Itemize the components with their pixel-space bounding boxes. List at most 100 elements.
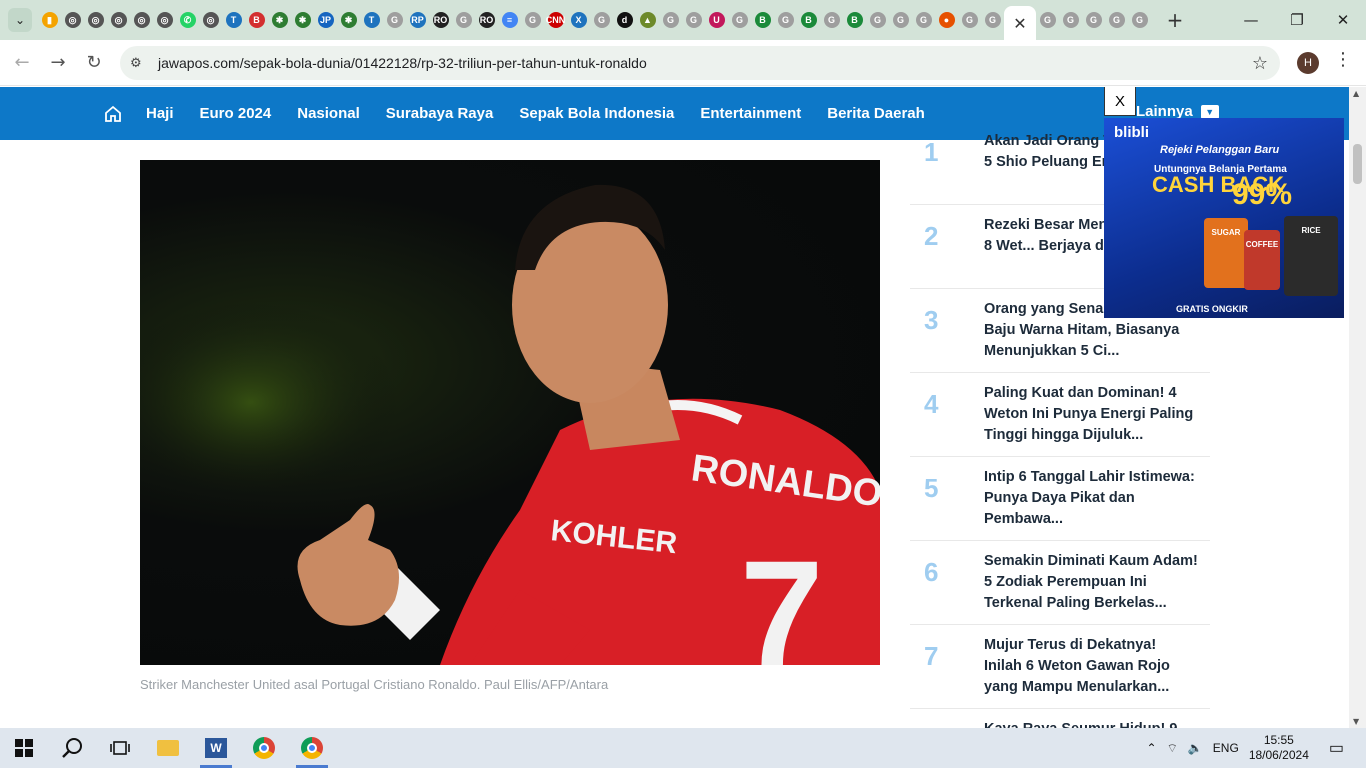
trending-title[interactable]: Mujur Terus di Dekatnya! Inilah 6 Weton …: [984, 635, 1198, 698]
browser-tab[interactable]: d: [613, 0, 636, 40]
browser-tab[interactable]: ◎: [107, 0, 130, 40]
browser-tab[interactable]: G: [590, 0, 613, 40]
browser-tab[interactable]: CNN: [544, 0, 567, 40]
browser-tab[interactable]: ✱: [291, 0, 314, 40]
browser-tab[interactable]: G: [889, 0, 912, 40]
browser-tab[interactable]: G: [958, 0, 981, 40]
notification-icon[interactable]: ▭: [1329, 738, 1344, 758]
browser-tab[interactable]: ▲: [636, 0, 659, 40]
browser-tab[interactable]: RO: [475, 0, 498, 40]
nav-item[interactable]: Nasional: [297, 105, 360, 122]
trending-item[interactable]: 7 Mujur Terus di Dekatnya! Inilah 6 Weton…: [910, 625, 1210, 709]
browser-tab[interactable]: ◎: [84, 0, 107, 40]
browser-tab[interactable]: T: [360, 0, 383, 40]
task-view-button[interactable]: [96, 728, 144, 768]
back-button[interactable]: ←: [4, 45, 40, 81]
browser-tab[interactable]: ✆: [176, 0, 199, 40]
browser-tab[interactable]: G: [521, 0, 544, 40]
browser-tab[interactable]: ◎: [153, 0, 176, 40]
network-icon[interactable]: ⌔: [1167, 741, 1178, 756]
trending-item[interactable]: 4 Paling Kuat dan Dominan! 4 Weton Ini Pu…: [910, 373, 1210, 457]
browser-tab[interactable]: U: [705, 0, 728, 40]
browser-tab[interactable]: G: [1059, 0, 1082, 40]
browser-tab[interactable]: ✱: [337, 0, 360, 40]
trending-item[interactable]: 5 Intip 6 Tanggal Lahir Istimewa: Punya D…: [910, 457, 1210, 541]
browser-tab[interactable]: RO: [429, 0, 452, 40]
chevron-up-icon[interactable]: ⌃: [1147, 741, 1157, 755]
new-tab-button[interactable]: +: [1163, 8, 1187, 32]
advertisement-banner[interactable]: blibli Rejeki Pelanggan Baru Untungnya B…: [1104, 118, 1344, 318]
forward-button[interactable]: →: [40, 45, 76, 81]
browser-tab[interactable]: G: [1036, 0, 1059, 40]
browser-tab[interactable]: JP: [314, 0, 337, 40]
trending-title[interactable]: Intip 6 Tanggal Lahir Istimewa: Punya Da…: [984, 467, 1198, 530]
restore-button[interactable]: ❐: [1274, 0, 1320, 40]
browser-tab[interactable]: ◎: [130, 0, 153, 40]
site-settings-icon[interactable]: ⚙: [130, 56, 150, 71]
browser-tab[interactable]: G: [682, 0, 705, 40]
browser-tab[interactable]: G: [820, 0, 843, 40]
nav-item[interactable]: Euro 2024: [200, 105, 272, 122]
page-scrollbar[interactable]: ▲ ▼: [1349, 87, 1366, 728]
browser-tab[interactable]: ▮: [38, 0, 61, 40]
browser-tab[interactable]: G: [1128, 0, 1151, 40]
minimize-button[interactable]: —: [1228, 0, 1274, 40]
close-tab-icon[interactable]: ✕: [1013, 14, 1026, 33]
chrome-profile-button[interactable]: [288, 728, 336, 768]
chrome-button[interactable]: [240, 728, 288, 768]
home-icon[interactable]: [104, 105, 122, 123]
browser-tab[interactable]: G: [912, 0, 935, 40]
search-button[interactable]: [48, 728, 96, 768]
language-indicator[interactable]: ENG: [1213, 741, 1239, 755]
browser-tab[interactable]: T: [222, 0, 245, 40]
browser-tab[interactable]: ◎: [61, 0, 84, 40]
browser-tab[interactable]: B: [245, 0, 268, 40]
browser-tab[interactable]: G: [866, 0, 889, 40]
tab-search-button[interactable]: ⌄: [8, 8, 32, 32]
browser-tab[interactable]: G: [1105, 0, 1128, 40]
word-button[interactable]: W: [192, 728, 240, 768]
browser-tab[interactable]: ≡: [498, 0, 521, 40]
bookmark-star-icon[interactable]: ☆: [1252, 53, 1268, 74]
address-bar[interactable]: ⚙ jawapos.com/sepak-bola-dunia/01422128/…: [120, 46, 1280, 80]
browser-tab[interactable]: G: [981, 0, 1004, 40]
browser-tab[interactable]: G: [659, 0, 682, 40]
browser-tab[interactable]: X: [567, 0, 590, 40]
nav-item[interactable]: Entertainment: [700, 105, 801, 122]
trending-title[interactable]: Kaya Raya Seumur Hidup! 9...: [984, 719, 1198, 728]
browser-tab[interactable]: ◎: [199, 0, 222, 40]
trending-title[interactable]: Semakin Diminati Kaum Adam! 5 Zodiak Per…: [984, 551, 1198, 614]
nav-item[interactable]: Sepak Bola Indonesia: [519, 105, 674, 122]
scroll-down-icon[interactable]: ▼: [1353, 717, 1359, 726]
start-button[interactable]: [0, 728, 48, 768]
clock[interactable]: 15:55 18/06/2024: [1249, 733, 1309, 763]
browser-tab[interactable]: G: [728, 0, 751, 40]
file-explorer-button[interactable]: [144, 728, 192, 768]
browser-tab[interactable]: ✱: [268, 0, 291, 40]
browser-tab[interactable]: G: [383, 0, 406, 40]
browser-tab[interactable]: B: [843, 0, 866, 40]
close-window-button[interactable]: ✕: [1320, 0, 1366, 40]
url-text[interactable]: jawapos.com/sepak-bola-dunia/01422128/rp…: [158, 55, 647, 71]
reload-button[interactable]: ↻: [76, 45, 112, 81]
volume-icon[interactable]: 🔈: [1188, 741, 1203, 755]
trending-item[interactable]: 8Kaya Raya Seumur Hidup! 9...: [910, 709, 1210, 728]
nav-item[interactable]: Berita Daerah: [827, 105, 925, 122]
trending-title[interactable]: Paling Kuat dan Dominan! 4 Weton Ini Pun…: [984, 383, 1198, 446]
browser-tab[interactable]: G: [452, 0, 475, 40]
browser-tab[interactable]: G: [774, 0, 797, 40]
browser-tab[interactable]: G: [1082, 0, 1105, 40]
browser-tab[interactable]: RP: [406, 0, 429, 40]
active-tab[interactable]: ✕: [1004, 6, 1036, 40]
browser-tab[interactable]: B: [751, 0, 774, 40]
scroll-up-icon[interactable]: ▲: [1353, 89, 1359, 98]
trending-item[interactable]: 6 Semakin Diminati Kaum Adam! 5 Zodiak Pe…: [910, 541, 1210, 625]
browser-tab[interactable]: ●: [935, 0, 958, 40]
nav-item[interactable]: Haji: [146, 105, 174, 122]
profile-avatar[interactable]: H: [1297, 52, 1319, 74]
browser-tab[interactable]: B: [797, 0, 820, 40]
scrollbar-thumb[interactable]: [1353, 144, 1362, 184]
ad-close-button[interactable]: X: [1104, 87, 1136, 116]
nav-item[interactable]: Surabaya Raya: [386, 105, 494, 122]
browser-menu-icon[interactable]: ⋮: [1334, 49, 1352, 70]
